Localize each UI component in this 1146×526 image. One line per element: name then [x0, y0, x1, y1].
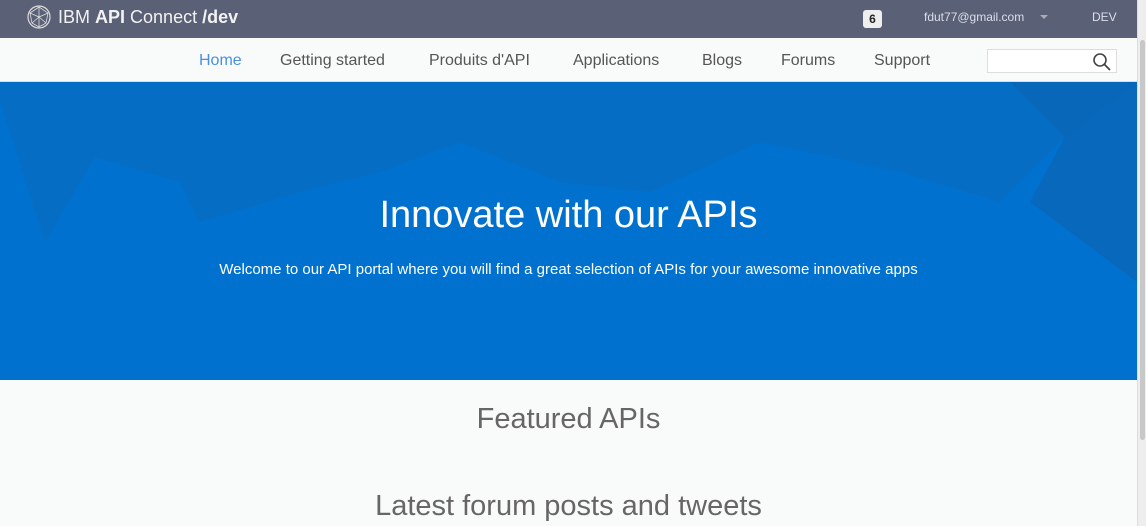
hero-banner: Innovate with our APIs Welcome to our AP… — [0, 82, 1137, 380]
brand-bold: API — [95, 7, 126, 27]
brand-title[interactable]: IBM API Connect /dev — [58, 7, 238, 28]
hero-subtitle: Welcome to our API portal where you will… — [219, 261, 918, 278]
notification-badge[interactable]: 6 — [863, 10, 882, 28]
user-menu[interactable]: fdut77@gmail.com — [924, 10, 1024, 24]
nav-getting-started[interactable]: Getting started — [280, 52, 385, 70]
latest-posts-heading: Latest forum posts and tweets — [375, 490, 762, 522]
hero-title: Innovate with our APIs — [379, 194, 758, 236]
brand-prefix: IBM — [58, 7, 96, 27]
brand-mid: Connect — [125, 7, 203, 27]
top-bar: IBM API Connect /dev 6 fdut77@gmail.com … — [0, 0, 1137, 38]
featured-apis-heading: Featured APIs — [476, 403, 661, 435]
nav-forums[interactable]: Forums — [781, 52, 835, 70]
chevron-down-icon[interactable] — [1040, 15, 1048, 19]
nav-home[interactable]: Home — [199, 52, 242, 70]
nav-applications[interactable]: Applications — [573, 52, 659, 70]
search-input[interactable] — [987, 49, 1117, 73]
main-nav: Home Getting started Produits d'API Appl… — [0, 38, 1137, 82]
nav-api-products[interactable]: Produits d'API — [429, 52, 530, 70]
ibm-logo-icon[interactable] — [26, 4, 52, 30]
search-icon[interactable] — [1092, 52, 1112, 72]
nav-blogs[interactable]: Blogs — [702, 52, 742, 70]
environment-label[interactable]: DEV — [1092, 10, 1117, 24]
nav-support[interactable]: Support — [874, 52, 930, 70]
scrollbar-thumb[interactable] — [1140, 40, 1145, 440]
brand-suffix: /dev — [202, 7, 239, 27]
